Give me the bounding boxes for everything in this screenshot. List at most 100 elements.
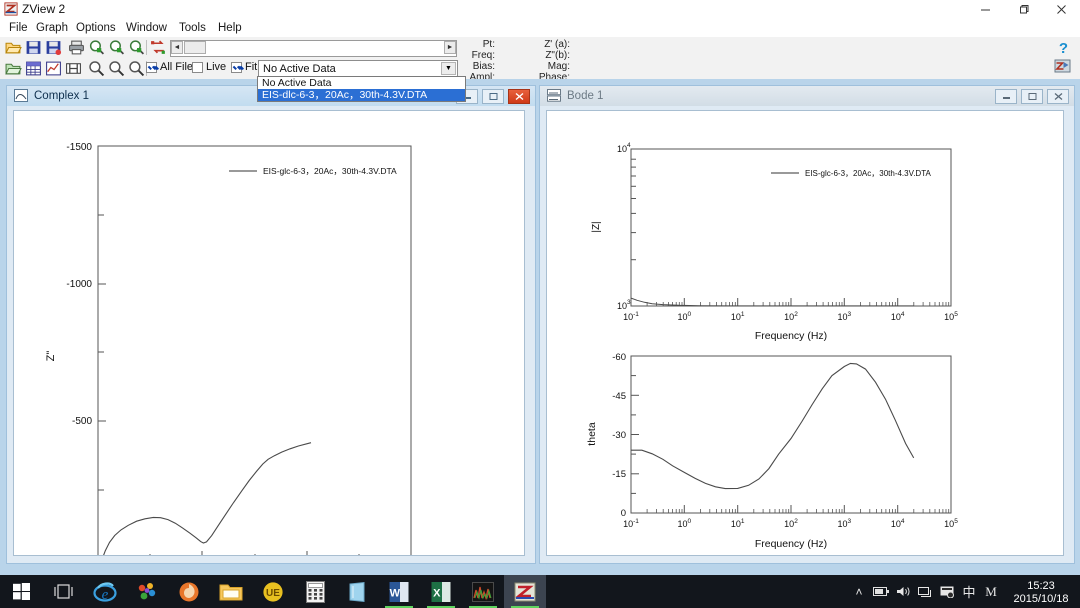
svg-text:-500: -500: [72, 416, 92, 427]
zoom-reset-icon[interactable]: [128, 60, 145, 77]
bode-magnitude-subplot: 10 3 10 4 |Z| 10-1 100 101 102 103 104 1…: [591, 142, 958, 342]
active-data-dropdown-list[interactable]: No Active Data EIS-dlc-6-3，20Ac，30th-4.3…: [257, 76, 466, 102]
svg-text:theta: theta: [586, 422, 598, 446]
show-hidden-icons-button[interactable]: ˄: [848, 575, 870, 608]
zoom-data-3-icon[interactable]: [128, 39, 145, 56]
help-icon[interactable]: ?: [1059, 40, 1068, 57]
bode-plot-canvas[interactable]: 10 3 10 4 |Z| 10-1 100 101 102 103 104 1…: [546, 110, 1064, 556]
menu-file[interactable]: File: [5, 21, 32, 35]
print-icon[interactable]: [68, 39, 85, 56]
dropdown-option-eis-file[interactable]: EIS-dlc-6-3，20Ac，30th-4.3V.DTA: [258, 89, 465, 101]
volume-icon[interactable]: [892, 575, 914, 608]
live-checkbox[interactable]: [192, 62, 203, 73]
chevron-down-icon[interactable]: ▼: [441, 62, 456, 75]
svg-text:104: 104: [891, 311, 905, 322]
status-label-z-imag: Z"(b):: [545, 50, 570, 61]
svg-text:0: 0: [621, 508, 626, 519]
bode-maximize-button[interactable]: [1021, 89, 1043, 104]
zoom-data-2-icon[interactable]: [108, 39, 125, 56]
open-file-icon[interactable]: [5, 39, 22, 56]
menu-options[interactable]: Options: [72, 21, 120, 35]
svg-text:101: 101: [731, 311, 745, 322]
svg-text:10-1: 10-1: [623, 311, 639, 322]
menu-tools[interactable]: Tools: [175, 21, 210, 35]
maximize-button[interactable]: [1004, 0, 1042, 18]
ime-chinese-icon[interactable]: 中: [958, 575, 980, 608]
dropdown-option-no-active-data[interactable]: No Active Data: [258, 77, 465, 89]
menu-bar: File Graph Options Window Tools Help: [0, 18, 1080, 37]
svg-text:101: 101: [731, 518, 745, 529]
word-icon[interactable]: W: [378, 575, 420, 608]
all-files-checkbox[interactable]: [146, 62, 157, 73]
bode-window-buttons: [995, 89, 1069, 104]
zoom-in-icon[interactable]: [88, 60, 105, 77]
svg-text:-30: -30: [612, 430, 626, 441]
data-scroll-bar[interactable]: ◄ ►: [170, 40, 457, 57]
svg-text:X: X: [433, 587, 441, 599]
live-label: Live: [206, 61, 227, 73]
system-tray: ˄ 中 M 15:23 2015/10/18: [848, 575, 1080, 608]
internet-explorer-icon[interactable]: e: [84, 575, 126, 608]
active-data-combo[interactable]: No Active Data ▼: [258, 60, 458, 77]
battery-icon[interactable]: [870, 575, 892, 608]
mdi-client-area: Complex 1 -500 -1000 -1500 Z" EIS-glc-6-…: [0, 79, 1080, 575]
window-title: ZView 2: [22, 2, 66, 16]
svg-text:|Z|: |Z|: [591, 221, 602, 232]
minimize-button[interactable]: [966, 0, 1004, 18]
save-icon[interactable]: [25, 39, 42, 56]
onenote-icon[interactable]: [336, 575, 378, 608]
origin-icon[interactable]: [462, 575, 504, 608]
menu-window[interactable]: Window: [122, 21, 171, 35]
svg-text:Z": Z": [45, 351, 57, 362]
scroll-left-button[interactable]: ◄: [171, 41, 183, 54]
ultraedit-icon[interactable]: UE: [252, 575, 294, 608]
bode-close-button[interactable]: [1047, 89, 1069, 104]
open-data-icon[interactable]: [5, 60, 22, 77]
zoom-out-icon[interactable]: [108, 60, 125, 77]
bode-window-title-bar[interactable]: Bode 1: [540, 86, 1074, 106]
status-label-pt: Pt:: [482, 39, 495, 50]
menu-graph[interactable]: Graph: [32, 21, 72, 35]
zoom-data-1-icon[interactable]: [88, 39, 105, 56]
complex-plot-window[interactable]: Complex 1 -500 -1000 -1500 Z" EIS-glc-6-…: [6, 85, 536, 564]
zview-application-window: ZView 2 File Graph Options Window Tools: [0, 0, 1080, 608]
calculator-icon[interactable]: [294, 575, 336, 608]
media-app-icon[interactable]: [126, 575, 168, 608]
toolbar-separator-1: [146, 40, 147, 55]
scroll-thumb[interactable]: [184, 41, 206, 54]
excel-icon[interactable]: X: [420, 575, 462, 608]
ime-mode-icon[interactable]: M: [980, 575, 1002, 608]
complex-plot-canvas[interactable]: 0 -500 -1000 -1500 0 500: [13, 110, 525, 556]
fit-checkbox[interactable]: [231, 62, 242, 73]
bode-minimize-button[interactable]: [995, 89, 1017, 104]
complex-close-button[interactable]: [508, 89, 530, 104]
complex-window-title: Complex 1: [34, 90, 89, 102]
graph-window-icon[interactable]: [45, 60, 62, 77]
close-button[interactable]: [1042, 0, 1080, 18]
complex-maximize-button[interactable]: [482, 89, 504, 104]
browser-app-icon[interactable]: [168, 575, 210, 608]
file-explorer-icon[interactable]: [210, 575, 252, 608]
windows-taskbar: e UE W X ˄ 中 M 15:23 2015/10/18: [0, 575, 1080, 608]
clock-date: 2015/10/18: [1013, 593, 1069, 605]
svg-text:e: e: [102, 587, 109, 603]
task-view-button[interactable]: [42, 575, 84, 608]
active-data-value: No Active Data: [263, 63, 336, 75]
svg-text:105: 105: [944, 518, 958, 529]
complex-plot-icon: [14, 89, 28, 102]
clock[interactable]: 15:23 2015/10/18: [1002, 577, 1080, 606]
svg-text:W: W: [390, 587, 401, 599]
data-table-icon[interactable]: [25, 60, 42, 77]
menu-help[interactable]: Help: [214, 21, 246, 35]
svg-text:-1000: -1000: [66, 279, 92, 290]
bode-plot-window[interactable]: Bode 1 10 3 10 4 |Z| 10-1 100 101 102 10…: [539, 85, 1075, 564]
start-button[interactable]: [0, 575, 42, 608]
fit-range-icon[interactable]: [65, 60, 82, 77]
action-center-icon[interactable]: [936, 575, 958, 608]
save-as-icon[interactable]: [45, 39, 62, 56]
bode-plot-icon: [547, 89, 561, 102]
swap-traces-icon[interactable]: [150, 39, 167, 56]
zview-icon[interactable]: [504, 575, 546, 608]
network-icon[interactable]: [914, 575, 936, 608]
zview-small-icon[interactable]: [1054, 58, 1071, 74]
